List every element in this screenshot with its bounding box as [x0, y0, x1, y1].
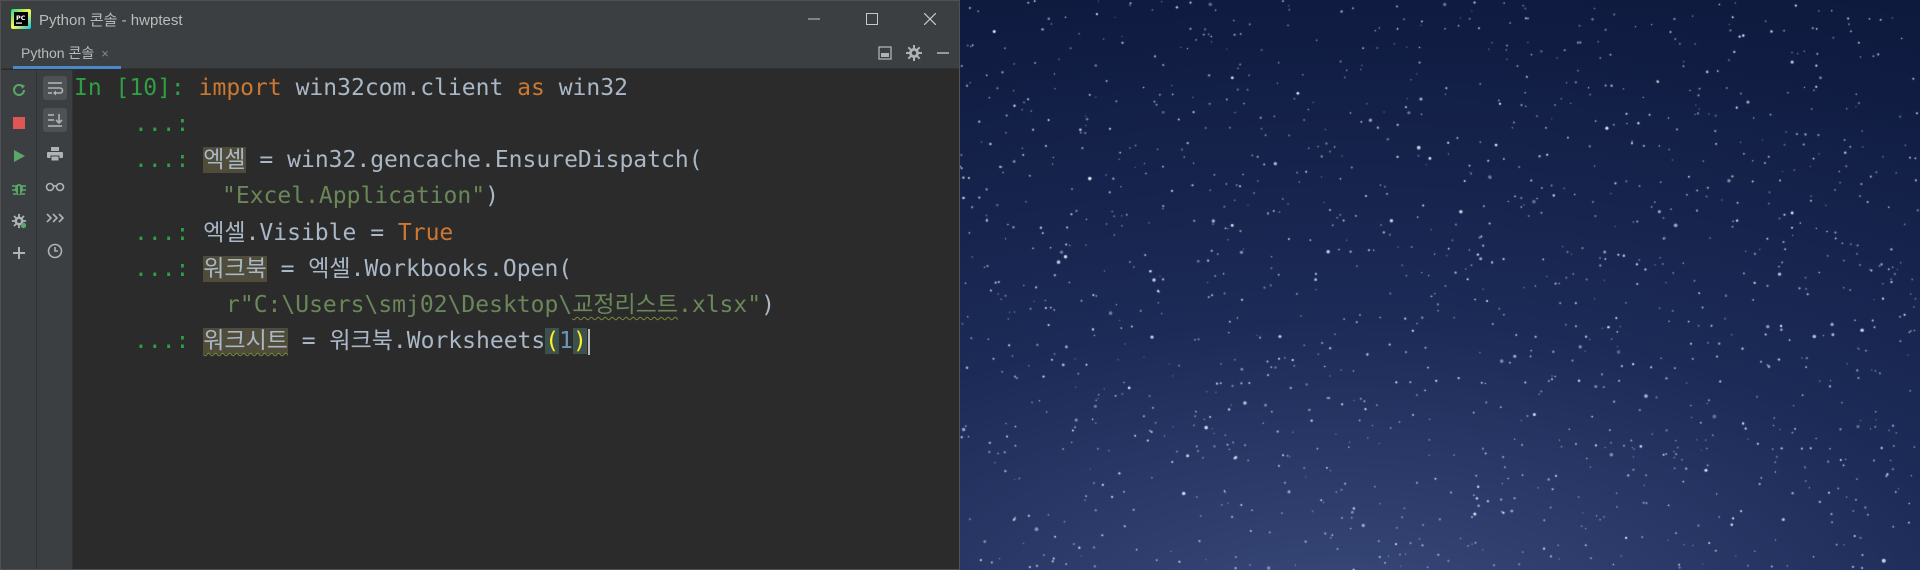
run-icon[interactable]	[7, 144, 31, 168]
continuation-prompt: ...:	[134, 111, 190, 137]
console-line: ...: 엑셀 = win32.gencache.EnsureDispatch(	[134, 144, 703, 176]
module-name: win32com.client	[281, 75, 518, 101]
console-line: ...:	[134, 108, 189, 140]
rerun-icon[interactable]	[7, 78, 31, 102]
minimize-icon	[808, 18, 820, 20]
debug-icon[interactable]	[7, 176, 31, 200]
string-literal-typo: 교정리스트	[572, 292, 678, 318]
code-text: 엑셀.Visible =	[203, 220, 398, 246]
code-text: = 엑셀.Workbooks.Open(	[266, 256, 573, 282]
matched-paren-close: )	[572, 328, 587, 354]
gear-icon[interactable]	[905, 44, 923, 62]
history-icon[interactable]	[43, 239, 67, 263]
code-text: = win32.gencache.EnsureDispatch(	[245, 147, 703, 173]
variable-worksheet: 워크시트	[203, 328, 288, 354]
string-literal: .xlsx"	[678, 292, 762, 318]
close-button[interactable]	[901, 1, 959, 37]
matched-paren-open: (	[545, 328, 560, 354]
string-literal: r"C:\Users\smj02\Desktop\	[226, 292, 573, 318]
title-bar[interactable]: PC Python 콘솔 - hwptest	[1, 1, 959, 37]
tab-python-console[interactable]: Python 콘솔 ×	[9, 37, 121, 69]
variable-workbook: 워크북	[203, 256, 267, 282]
show-variables-icon[interactable]	[43, 174, 67, 198]
continuation-prompt: ...:	[134, 256, 190, 282]
code-text: )	[485, 183, 499, 209]
window-title: Python 콘솔 - hwptest	[39, 11, 183, 29]
console-line: "Excel.Application")	[222, 180, 499, 212]
maximize-button[interactable]	[843, 1, 901, 37]
console-line: r"C:\Users\smj02\Desktop\교정리스트.xlsx")	[226, 289, 775, 321]
tab-actions	[877, 37, 955, 69]
maximize-icon	[866, 13, 878, 25]
console-line: ...: 엑셀.Visible = True	[134, 217, 453, 249]
settings-icon[interactable]	[7, 209, 31, 233]
console-actions-toolbar	[1, 70, 37, 569]
soft-wrap-icon[interactable]	[43, 76, 67, 100]
close-icon	[924, 13, 936, 25]
continuation-prompt: ...:	[134, 147, 190, 173]
pycharm-icon: PC	[11, 9, 31, 29]
scroll-to-end-icon[interactable]	[43, 108, 67, 132]
minimize-panel-icon[interactable]	[935, 45, 951, 61]
console-line: In [10]: import win32com.client as win32	[74, 72, 628, 104]
continuation-prompt: ...:	[134, 328, 190, 354]
input-prompt: In [10]:	[74, 75, 185, 101]
code-text: )	[761, 292, 775, 318]
string-literal: "Excel.Application"	[222, 183, 486, 209]
tab-close-icon[interactable]: ×	[101, 46, 109, 61]
code-text: = 워크북.Worksheets	[287, 328, 546, 354]
keyword-as: as	[517, 75, 545, 101]
continuation-prompt: ...:	[134, 220, 190, 246]
active-tab-indicator	[13, 66, 121, 69]
tool-window-tab-bar: Python 콘솔 ×	[1, 37, 959, 69]
add-icon[interactable]	[7, 241, 31, 265]
console-editor[interactable]: In [10]: import win32com.client as win32…	[74, 70, 959, 569]
stop-icon[interactable]	[7, 111, 31, 135]
console-line: ...: 워크북 = 엑셀.Workbooks.Open(	[134, 253, 572, 285]
console-view-toolbar	[37, 70, 73, 569]
keyword-import: import	[198, 75, 282, 101]
tab-label: Python 콘솔	[21, 45, 95, 61]
alias-name: win32	[544, 75, 628, 101]
execute-icon[interactable]	[43, 206, 67, 230]
keyword-true: True	[397, 220, 454, 246]
svg-text:PC: PC	[16, 14, 26, 22]
print-icon[interactable]	[43, 142, 67, 166]
console-line: ...: 워크시트 = 워크북.Worksheets(1)	[134, 325, 590, 357]
number-literal: 1	[559, 328, 573, 354]
pycharm-console-window[interactable]: PC Python 콘솔 - hwptest Python 콘솔 × In [1…	[0, 0, 960, 570]
minimize-button[interactable]	[785, 1, 843, 37]
restore-layout-icon[interactable]	[877, 45, 893, 61]
variable-excel: 엑셀	[203, 147, 246, 173]
text-cursor	[587, 328, 590, 355]
